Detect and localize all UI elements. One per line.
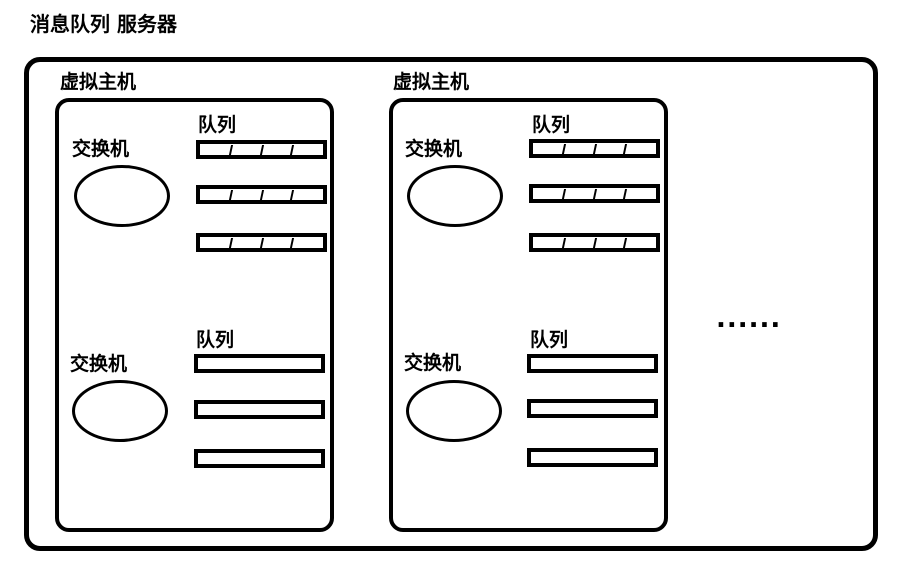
- queue-message: [622, 144, 628, 154]
- queue-message: [561, 238, 567, 248]
- exchange-label: 交换机: [404, 352, 462, 374]
- queue: [194, 400, 325, 419]
- queue: [196, 140, 327, 159]
- queue-message: [289, 145, 295, 155]
- exchange-label: 交换机: [405, 138, 463, 160]
- queue: [527, 354, 658, 373]
- diagram-title: 消息队列 服务器: [30, 12, 177, 36]
- queue: [529, 233, 660, 252]
- queue: [527, 399, 658, 418]
- queue-message: [228, 238, 234, 248]
- queue-message: [259, 238, 265, 248]
- exchange-label: 交换机: [72, 138, 130, 160]
- exchange-ellipse: [72, 380, 168, 442]
- queue-message: [622, 189, 628, 199]
- queue: [196, 185, 327, 204]
- queue-group-label: 队列: [532, 114, 571, 136]
- queue-message: [561, 189, 567, 199]
- queue-message: [228, 145, 234, 155]
- queue-message: [592, 189, 598, 199]
- queue-message: [289, 190, 295, 200]
- exchange-ellipse: [406, 380, 502, 442]
- queue-message: [561, 144, 567, 154]
- queue-group-label: 队列: [198, 114, 237, 136]
- queue-message: [259, 190, 265, 200]
- queue-message: [592, 238, 598, 248]
- queue-group-label: 队列: [196, 329, 235, 351]
- exchange-ellipse: [74, 165, 170, 227]
- vhost-label: 虚拟主机: [393, 71, 470, 93]
- queue-group-label: 队列: [530, 329, 569, 351]
- exchange-label: 交换机: [70, 353, 128, 375]
- queue: [529, 184, 660, 203]
- queue-message: [228, 190, 234, 200]
- queue-message: [592, 144, 598, 154]
- exchange-ellipse: [407, 165, 503, 227]
- queue-message: [259, 145, 265, 155]
- queue: [196, 233, 327, 252]
- vhost-label: 虚拟主机: [60, 71, 137, 93]
- queue: [194, 449, 325, 468]
- queue: [529, 139, 660, 158]
- queue: [194, 354, 325, 373]
- queue: [527, 448, 658, 467]
- more-vhosts-ellipsis: ......: [716, 304, 782, 334]
- queue-message: [622, 238, 628, 248]
- queue-message: [289, 238, 295, 248]
